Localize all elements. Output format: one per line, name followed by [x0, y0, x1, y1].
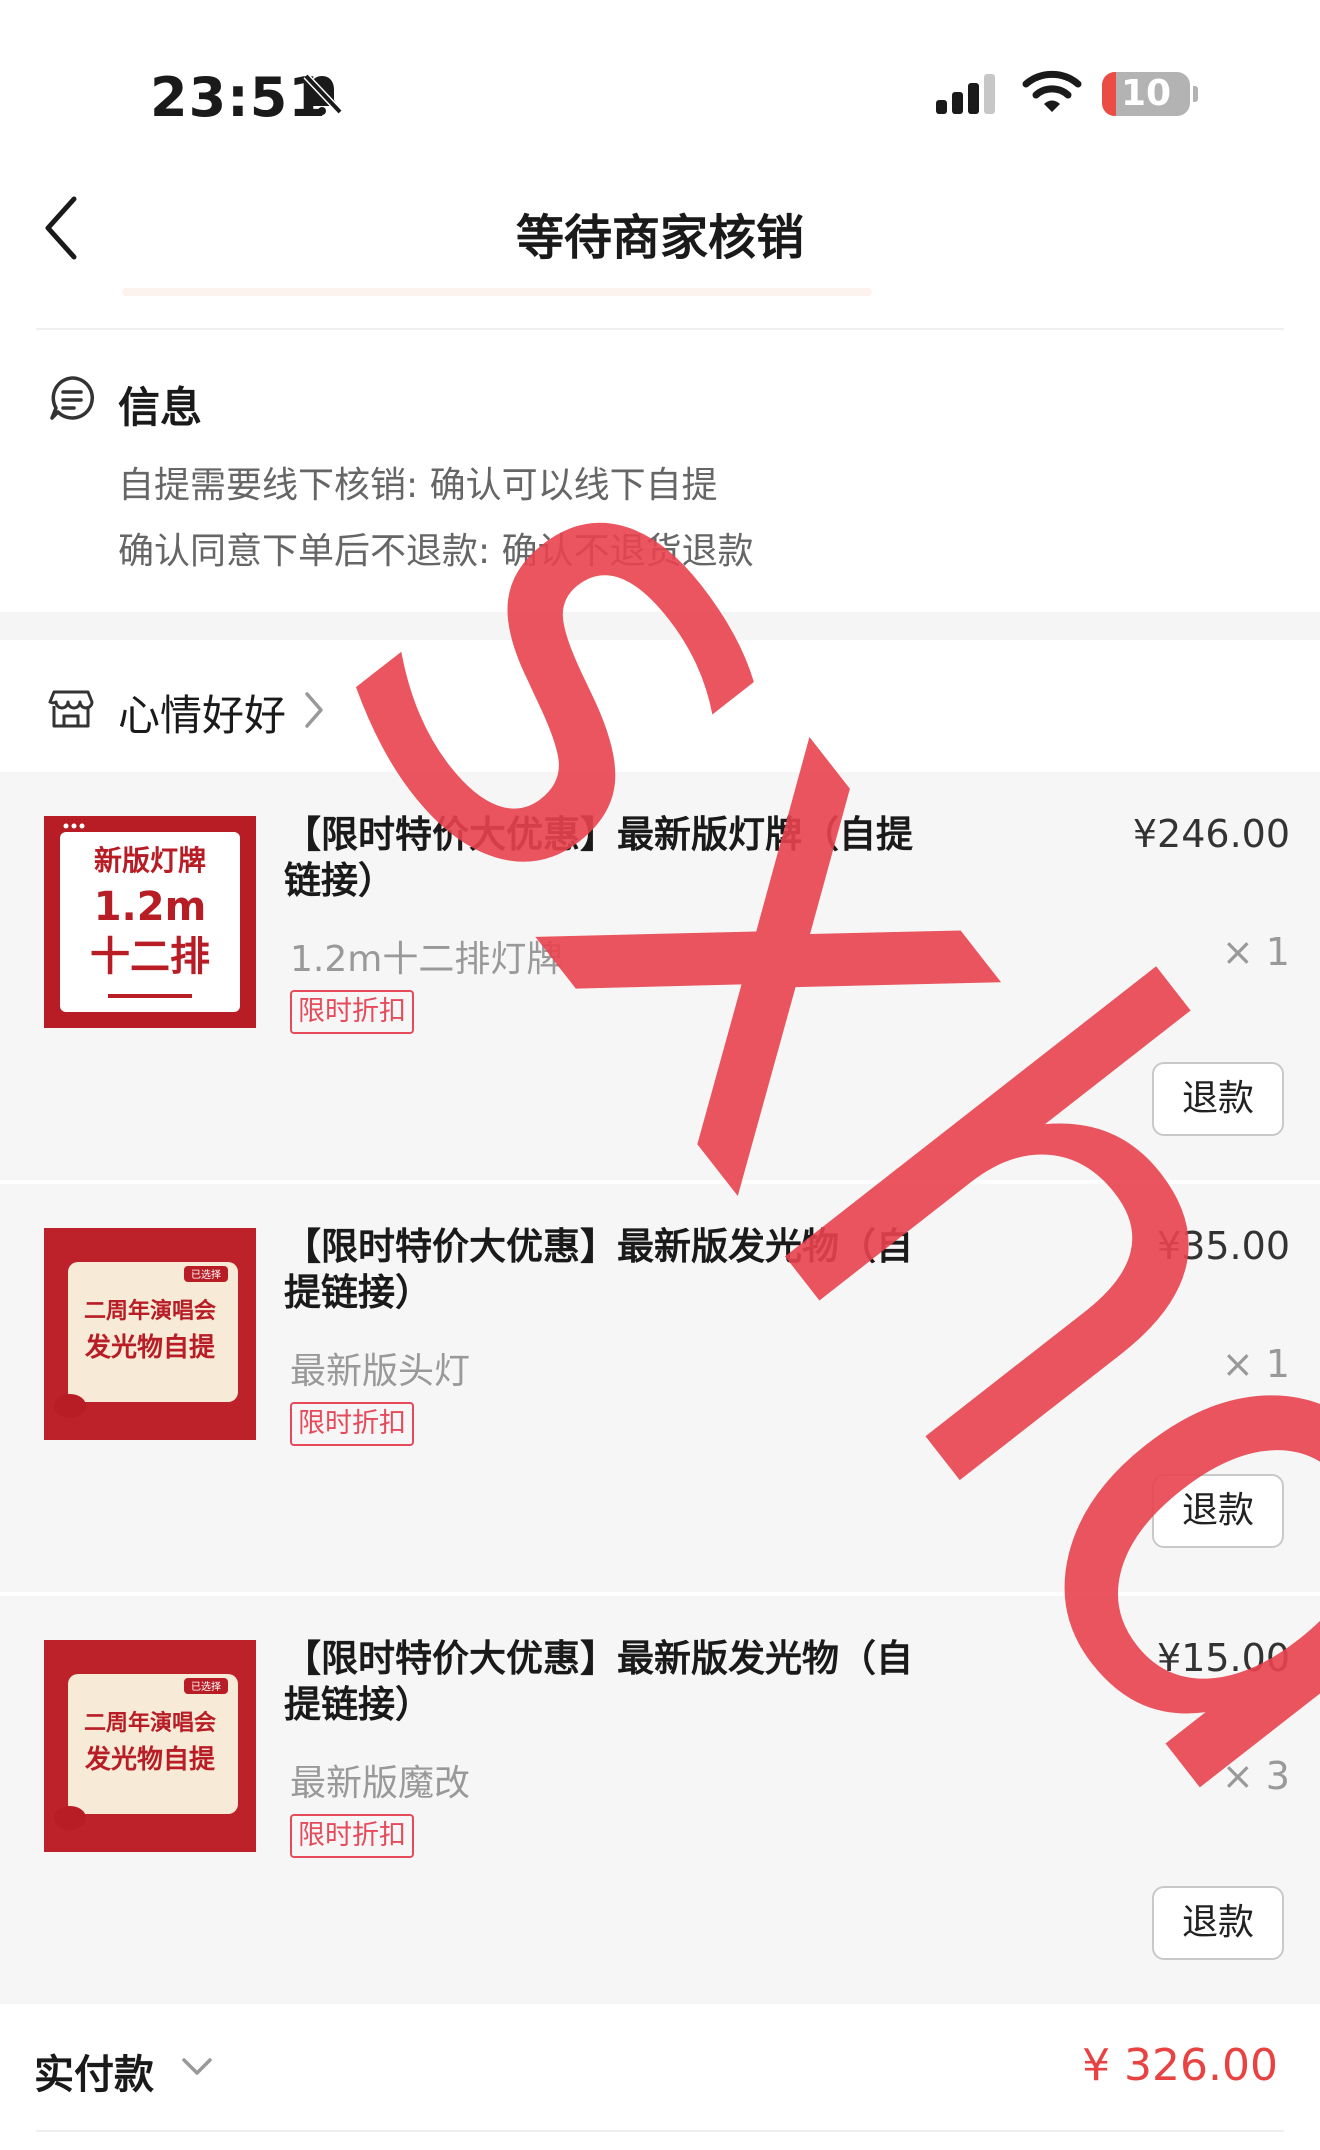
item-price: ¥246.00 [1132, 812, 1290, 856]
item-spec: 1.2m十二排灯牌 [290, 939, 563, 980]
thumb-line1: 二周年演唱会 [84, 1298, 216, 1324]
wifi-icon [1022, 70, 1082, 120]
order-item[interactable]: 已选择 二周年演唱会 发光物自提 【限时特价大优惠】最新版发光物（自提链接） ¥… [0, 1184, 1320, 1592]
thumb-line2: 发光物自提 [84, 1332, 216, 1363]
nav-bar: 等待商家核销 [0, 160, 1320, 300]
item-quantity: × 1 [1221, 1342, 1290, 1386]
thumb-badge: 已选择 [191, 1268, 221, 1281]
shop-name[interactable]: 心情好好 [118, 682, 286, 743]
item-price: ¥35.00 [1157, 1224, 1290, 1268]
thumb-title: 新版灯牌 [94, 844, 206, 877]
message-list-icon [48, 374, 96, 426]
divider [36, 2130, 1284, 2132]
section-gap [0, 612, 1320, 640]
status-bar: 23:51 10 [0, 0, 1320, 150]
chevron-down-icon[interactable] [180, 2056, 214, 2082]
item-spec: 最新版魔改 [290, 1763, 471, 1804]
page-title: 等待商家核销 [515, 210, 804, 266]
payment-total-row[interactable]: 实付款 ¥ 326.00 [0, 2006, 1320, 2132]
item-title[interactable]: 【限时特价大优惠】最新版发光物（自提链接） [284, 1636, 924, 1728]
item-quantity: × 1 [1221, 930, 1290, 974]
product-thumbnail[interactable]: 新版灯牌 1.2m 十二排 [44, 816, 256, 1028]
refund-button[interactable]: 退款 [1152, 1062, 1284, 1136]
shop-row[interactable]: 心情好好 [0, 640, 1320, 772]
discount-tag: 限时折扣 [290, 1814, 414, 1858]
info-section: 信息 自提需要线下核销: 确认可以线下自提 确认同意下单后不退款: 确认不退货退… [0, 332, 1320, 612]
thumb-rows: 十二排 [90, 934, 210, 980]
thumb-line1: 二周年演唱会 [84, 1710, 216, 1736]
header-shade [122, 288, 872, 296]
chevron-right-icon [302, 690, 326, 734]
order-item[interactable]: 已选择 二周年演唱会 发光物自提 【限时特价大优惠】最新版发光物（自提链接） ¥… [0, 1596, 1320, 2004]
info-line: 确认同意下单后不退款: 确认不退货退款 [118, 531, 754, 572]
bell-slash-icon [298, 70, 346, 122]
discount-tag: 限时折扣 [290, 1402, 414, 1446]
product-thumbnail[interactable]: 已选择 二周年演唱会 发光物自提 [44, 1228, 256, 1440]
battery-icon: 10 [1102, 72, 1190, 116]
item-spec: 最新版头灯 [290, 1351, 471, 1392]
divider [36, 328, 1284, 330]
signal-icon [936, 72, 1002, 122]
thumb-line2: 发光物自提 [84, 1744, 216, 1775]
info-title: 信息 [118, 383, 203, 432]
thumb-size: 1.2m [94, 884, 207, 930]
order-item[interactable]: 新版灯牌 1.2m 十二排 【限时特价大优惠】最新版灯牌（自提链接） ¥246.… [0, 772, 1320, 1180]
refund-button[interactable]: 退款 [1152, 1474, 1284, 1548]
thumb-badge: 已选择 [191, 1680, 221, 1693]
total-label: 实付款 [34, 2052, 154, 2098]
store-icon [48, 684, 94, 734]
item-quantity: × 3 [1221, 1754, 1290, 1798]
total-amount: ¥ 326.00 [1082, 2040, 1278, 2091]
discount-tag: 限时折扣 [290, 990, 414, 1034]
item-title[interactable]: 【限时特价大优惠】最新版发光物（自提链接） [284, 1224, 924, 1316]
refund-button[interactable]: 退款 [1152, 1886, 1284, 1960]
battery-level: 10 [1120, 73, 1172, 114]
item-price: ¥15.00 [1157, 1636, 1290, 1680]
product-thumbnail[interactable]: 已选择 二周年演唱会 发光物自提 [44, 1640, 256, 1852]
info-line: 自提需要线下核销: 确认可以线下自提 [118, 465, 718, 506]
item-title[interactable]: 【限时特价大优惠】最新版灯牌（自提链接） [284, 812, 924, 904]
